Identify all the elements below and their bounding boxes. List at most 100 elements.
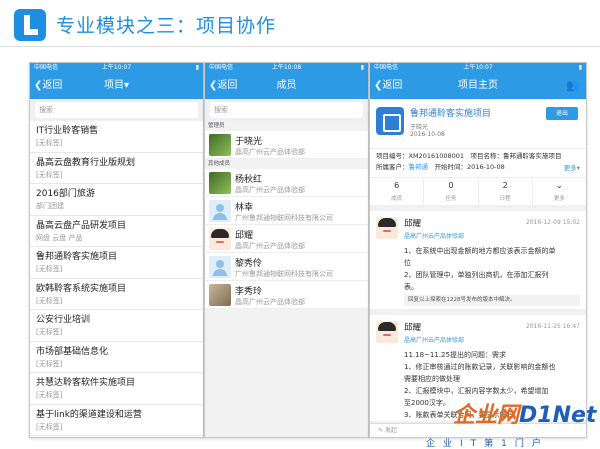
list-item[interactable]: 基于link的渠道建设和运营 [无标签] [30,405,203,436]
project-item-tag: [无标签] [36,265,63,273]
post-quote: 回复以上探索在1228号发布的版本中解决。 [404,295,580,306]
member-name: 杨秋红 [235,175,263,185]
post-item[interactable]: 邱耀晶高广州云产品体验部 2016-12-09 15:02 1、在系统中出现金额的地… [370,211,586,315]
search-input[interactable]: 搜索 [210,102,363,118]
list-item[interactable]: 2016部门旅游 部门团建 [30,184,203,216]
post-line: 表。 [404,283,418,291]
avatar [376,217,398,239]
search-bar: 搜索 [205,99,368,121]
member-row[interactable]: 于晓光 晶高广州云产品体验部 [205,131,368,159]
avatar [209,256,231,278]
stat-0[interactable]: 6 成员 [370,178,425,205]
client-link[interactable]: 鲁邦通 [409,163,429,171]
project-list: IT行业聆客销售 [无标签] 晶高云盘教育行业版规划 [无标签] 2016部门旅游 部门团… [30,121,203,436]
post-author: 邱耀 [404,323,422,333]
project-filter-dropdown[interactable]: 项目▾ [30,73,203,99]
members-icon[interactable]: 👥 [566,73,580,99]
post-time: 2016-12-09 15:02 [525,219,580,226]
project-item-tag: [无标签] [36,296,63,305]
project-item-name: 晶高云盘教育行业版规划 [36,157,136,168]
stats-row: 6 成员 0 任务 2 日程 ⌄ 更多 [370,177,586,211]
info-line: 所属客户：鲁邦通 开始时间：2016-10-08 [376,163,505,171]
post-author: 邱耀 [404,219,422,229]
info-line: 项目编号：XM20161008001 项目名称：鲁邦通聆客实施项目 [376,152,562,160]
navbar: ❮返回 项目▾ [30,73,203,99]
post-time: 2016-11-25 16:47 [525,323,580,330]
project-info: 项目编号：XM20161008001 项目名称：鲁邦通聆客实施项目 所属客户：鲁… [370,149,586,177]
list-item[interactable]: IT行业聆客销售 [无标签] [30,121,203,153]
battery-icon: ▮ [360,64,364,71]
stat-label: 更多 [553,196,565,202]
admin-list: 于晓光 晶高广州云产品体验部 [205,131,368,159]
list-item[interactable]: 市场部基础信息化 [无标签] [30,342,203,373]
post-line: 需要相应的做处理 [404,375,460,383]
avatar [209,284,231,306]
post-org: 晶高广州云产品体验部 [404,337,465,344]
member-org: 广州鲁邦通物联网科技有限公司 [235,270,333,278]
post-line: 2、汇报模块中，汇报内容字数太少，希望增加 [404,387,549,395]
list-item[interactable]: 欧韩聆客系统实施项目 [无标签] [30,279,203,310]
project-item-name: 2016部门旅游 [36,189,95,199]
stat-label: 日程 [499,196,511,202]
search-bar: 搜索 [30,99,203,121]
member-name: 李秀玲 [235,287,263,297]
project-home-screen: 中国电信 上午10:07 ▮ ❮返回 项目主页 👥 鲁邦通聆客实施项目 于晓光 … [369,62,587,438]
project-header: 鲁邦通聆客实施项目 于晓光 2016-10-08 退出 [370,99,586,149]
project-item-tag: [无标签] [36,170,63,179]
footer-slogan: 企业IT第1门户 [426,439,549,449]
battery-icon: ▮ [578,64,582,71]
member-name: 邱耀 [235,231,254,241]
logo-icon [14,9,46,41]
project-date: 2016-10-08 [410,131,445,138]
page-title: 成员 [276,80,297,91]
list-item[interactable]: 晶高云盘教育行业版规划 [无标签] [30,153,203,184]
post-line: 1、修正审核通过的账款记录，关联影响的金额也 [404,363,556,371]
member-row[interactable]: 邱耀 晶高广州云产品体验部 [205,225,368,253]
stat-label: 成员 [391,196,403,202]
stat-label: 任务 [445,196,457,202]
post-line: 11.18~11.25提出的问题：需求 [404,351,506,359]
member-row[interactable]: 杨秋红 晶高广州云产品体验部 [205,169,368,197]
projects-screen: 中国电信 上午10:07 ▮ ❮返回 项目▾ 搜索 IT行业聆客销售 [无标签] 晶… [29,62,204,438]
project-item-name: 鲁邦通聆客实施项目 [36,252,118,262]
project-item-name: 晶高云盘产品研发项目 [36,220,127,231]
stat-3[interactable]: ⌄ 更多 [533,178,586,205]
member-row[interactable]: 李秀玲 晶高广州云产品体验部 [205,281,368,309]
project-owner: 于晓光 [410,124,429,131]
project-item-name: 基于link的渠道建设和运营 [36,409,142,420]
stat-2[interactable]: 2 日程 [479,178,533,205]
member-org: 晶高广州云产品体验部 [235,242,305,250]
project-item-name: IT行业聆客销售 [36,126,99,136]
list-item[interactable]: 共慧达聆客软件实施项目 [无标签] [30,373,203,405]
project-item-name: 公安行业培训 [36,315,91,325]
stat-value: 0 [448,181,454,190]
project-item-tag: [无标签] [36,139,63,147]
post-line: 1、在系统中出现金额的地方都应该表示金额的单 [404,247,556,255]
member-name: 林幸 [235,203,254,213]
avatar [209,172,231,194]
list-item[interactable]: 晶高云盘产品研发项目 网盘 云盘 产品 [30,216,203,247]
group-label-admin: 管理员 [208,123,225,129]
avatar [376,321,398,343]
post-org: 晶高广州云产品体验部 [404,233,465,240]
project-item-name: 市场部基础信息化 [36,346,109,357]
stat-1[interactable]: 0 任务 [424,178,479,205]
member-row[interactable]: 黎秀伶 广州鲁邦通物联网科技有限公司 [205,253,368,281]
search-input[interactable]: 搜索 [35,102,198,118]
more-button[interactable]: 更多▾ [564,163,580,174]
post-feed: 邱耀 晶高广州云产品体验部 2016-12-09 15:02 1、在系统中出现金额的地… [370,211,586,427]
member-row[interactable]: 林幸 广州鲁邦通物联网科技有限公司 [205,197,368,225]
member-name: 于晓光 [235,137,263,147]
member-org: 晶高广州云产品体验部 [235,148,305,156]
slide-title: 专业模块之三：项目协作 [56,15,277,37]
clock-label: 上午10:08 [271,64,302,71]
watermark-logo: 企业网D1Net [453,403,597,428]
divider [0,46,600,47]
list-item[interactable]: 鲁邦通聆客实施项目 [无标签] [30,247,203,279]
exit-button[interactable]: 退出 [546,107,578,120]
list-item[interactable]: 公安行业培训 [无标签] [30,310,203,342]
project-item-tag: [无标签] [36,328,63,336]
navbar: ❮返回 项目主页 👥 [370,73,586,99]
navbar: ❮返回 成员 [205,73,368,99]
member-name: 黎秀伶 [235,259,263,269]
